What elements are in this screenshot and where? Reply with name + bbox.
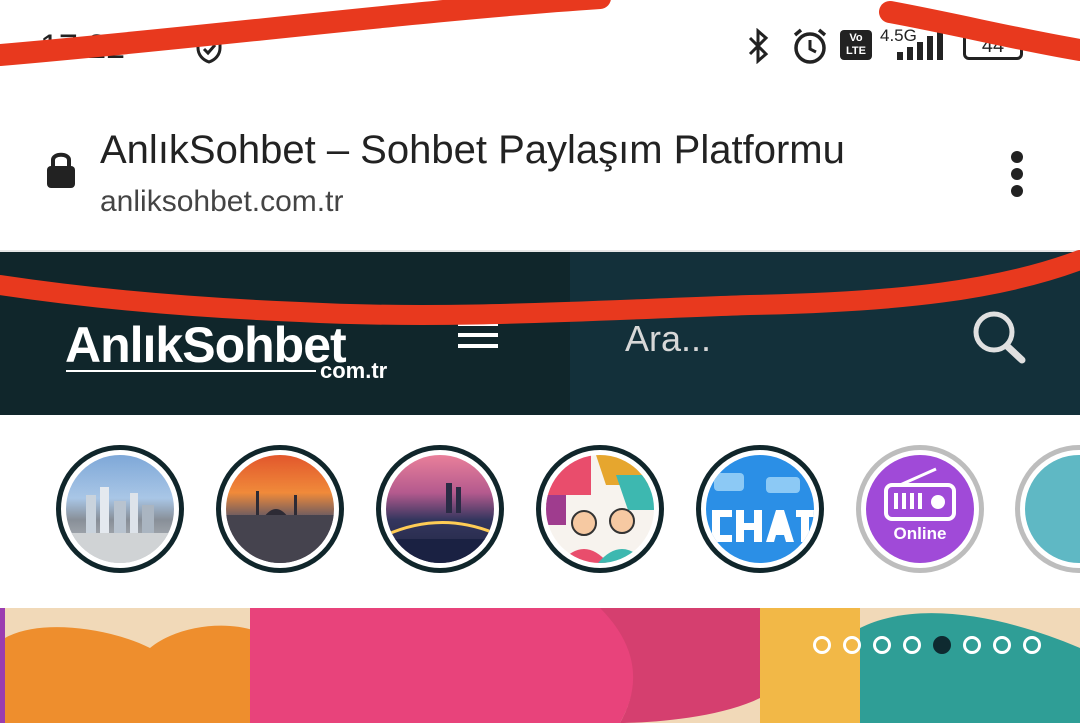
slider-dot-3[interactable] — [873, 636, 891, 654]
story-online-radio[interactable]: Online — [856, 445, 984, 573]
radio-icon: Online — [884, 467, 956, 543]
lock-icon — [47, 152, 75, 188]
story-chat[interactable] — [696, 445, 824, 573]
red-scribble-top — [0, 0, 1080, 66]
site-logo-sub: com.tr — [320, 358, 388, 383]
chat-letters-icon — [712, 473, 814, 542]
radio-label: Online — [894, 524, 947, 543]
slider-dot-6[interactable] — [963, 636, 981, 654]
story-city-1[interactable] — [56, 445, 184, 573]
slider-dot-4[interactable] — [903, 636, 921, 654]
page-title[interactable]: AnlıkSohbet – Sohbet Paylaşım Platformu — [100, 128, 845, 173]
red-scribble-header — [0, 250, 1080, 325]
slider-dot-5[interactable] — [933, 636, 951, 654]
browser-url-bar — [0, 95, 1080, 252]
story-city-3[interactable] — [376, 445, 504, 573]
more-options-icon[interactable] — [1005, 150, 1029, 200]
slider-dot-1[interactable] — [813, 636, 831, 654]
chat-people-icon — [546, 455, 654, 563]
logo-underline — [66, 370, 316, 372]
slider-dot-2[interactable] — [843, 636, 861, 654]
bridge-skyline-icon — [386, 483, 494, 563]
story-chat-people[interactable] — [536, 445, 664, 573]
page-url[interactable]: anliksohbet.com.tr — [100, 185, 343, 219]
story-city-2[interactable] — [216, 445, 344, 573]
banner-art — [0, 608, 1080, 723]
slider-dot-8[interactable] — [1023, 636, 1041, 654]
mosque-skyline-icon — [226, 491, 334, 563]
status-bar: 17:22 Vo LTE 4.5G 44 — [0, 0, 1080, 95]
slider-dot-7[interactable] — [993, 636, 1011, 654]
city-skyline-icon — [66, 487, 174, 563]
hero-banner[interactable] — [0, 608, 1080, 723]
